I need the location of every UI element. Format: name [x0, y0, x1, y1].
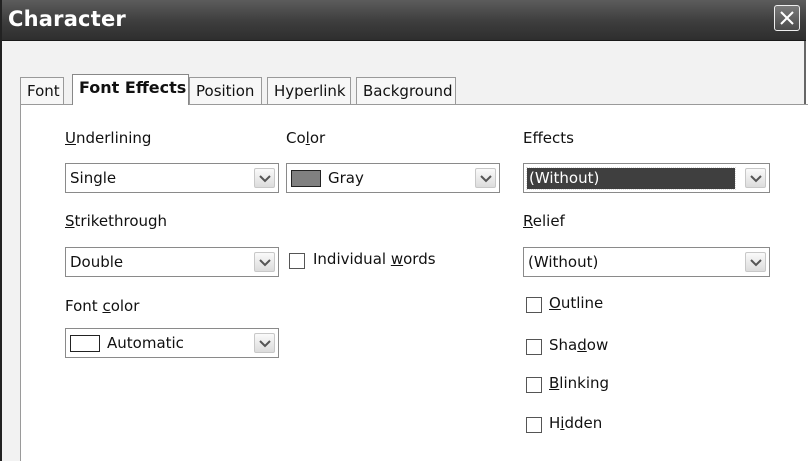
underlining-label: Underlining — [65, 129, 152, 147]
chevron-down-icon — [480, 175, 492, 183]
chevron-down-icon — [750, 175, 762, 183]
relief-select[interactable]: (Without) — [523, 247, 770, 277]
dialog-title: Character — [8, 7, 126, 31]
chevron-down-icon — [259, 259, 271, 267]
hidden-label[interactable]: Hidden — [549, 414, 602, 432]
color-label: Color — [286, 129, 326, 147]
relief-value: (Without) — [528, 253, 599, 271]
dropdown-button[interactable] — [254, 252, 275, 272]
dropdown-button[interactable] — [745, 252, 766, 272]
close-button[interactable] — [774, 5, 800, 31]
color-value: Gray — [328, 169, 364, 187]
underlining-select[interactable]: Single — [65, 163, 279, 193]
dropdown-button[interactable] — [254, 333, 275, 353]
font-effects-panel: Underlining Single Strikethrough Double … — [20, 104, 808, 461]
blinking-checkbox[interactable] — [526, 377, 542, 393]
relief-label: Relief — [523, 212, 565, 230]
shadow-label[interactable]: Shadow — [549, 336, 608, 354]
tab-position[interactable]: Position — [189, 77, 262, 104]
color-select[interactable]: Gray — [286, 163, 500, 193]
chevron-down-icon — [259, 340, 271, 348]
dropdown-button[interactable] — [475, 168, 496, 188]
title-bar[interactable]: Character — [2, 0, 806, 41]
tab-font[interactable]: Font — [20, 77, 64, 104]
dropdown-button[interactable] — [745, 168, 766, 188]
outline-checkbox[interactable] — [526, 297, 542, 313]
close-icon — [780, 11, 794, 25]
color-swatch — [291, 170, 321, 187]
effects-label: Effects — [523, 129, 574, 147]
individual-words-label[interactable]: Individual words — [313, 250, 436, 268]
individual-words-checkbox[interactable] — [289, 253, 305, 269]
outline-label[interactable]: Outline — [549, 294, 603, 312]
strikethrough-label: Strikethrough — [65, 212, 168, 230]
tab-hyperlink[interactable]: Hyperlink — [267, 77, 351, 104]
dropdown-button[interactable] — [254, 168, 275, 188]
shadow-checkbox[interactable] — [526, 339, 542, 355]
strikethrough-select[interactable]: Double — [65, 247, 279, 277]
tab-background[interactable]: Background — [356, 77, 456, 104]
hidden-checkbox[interactable] — [526, 417, 542, 433]
underlining-value: Single — [70, 169, 117, 187]
strikethrough-value: Double — [70, 253, 124, 271]
character-dialog: Character Font Font Effects Position Hyp… — [0, 0, 808, 461]
effects-value: (Without) — [526, 167, 736, 190]
font-color-label: Font color — [65, 297, 140, 315]
effects-select[interactable]: (Without) — [523, 163, 770, 193]
chevron-down-icon — [750, 259, 762, 267]
font-color-select[interactable]: Automatic — [65, 328, 279, 358]
tab-font-effects[interactable]: Font Effects — [72, 74, 189, 105]
chevron-down-icon — [259, 175, 271, 183]
font-color-value: Automatic — [107, 334, 184, 352]
blinking-label[interactable]: Blinking — [549, 374, 609, 392]
font-color-swatch — [70, 335, 100, 352]
